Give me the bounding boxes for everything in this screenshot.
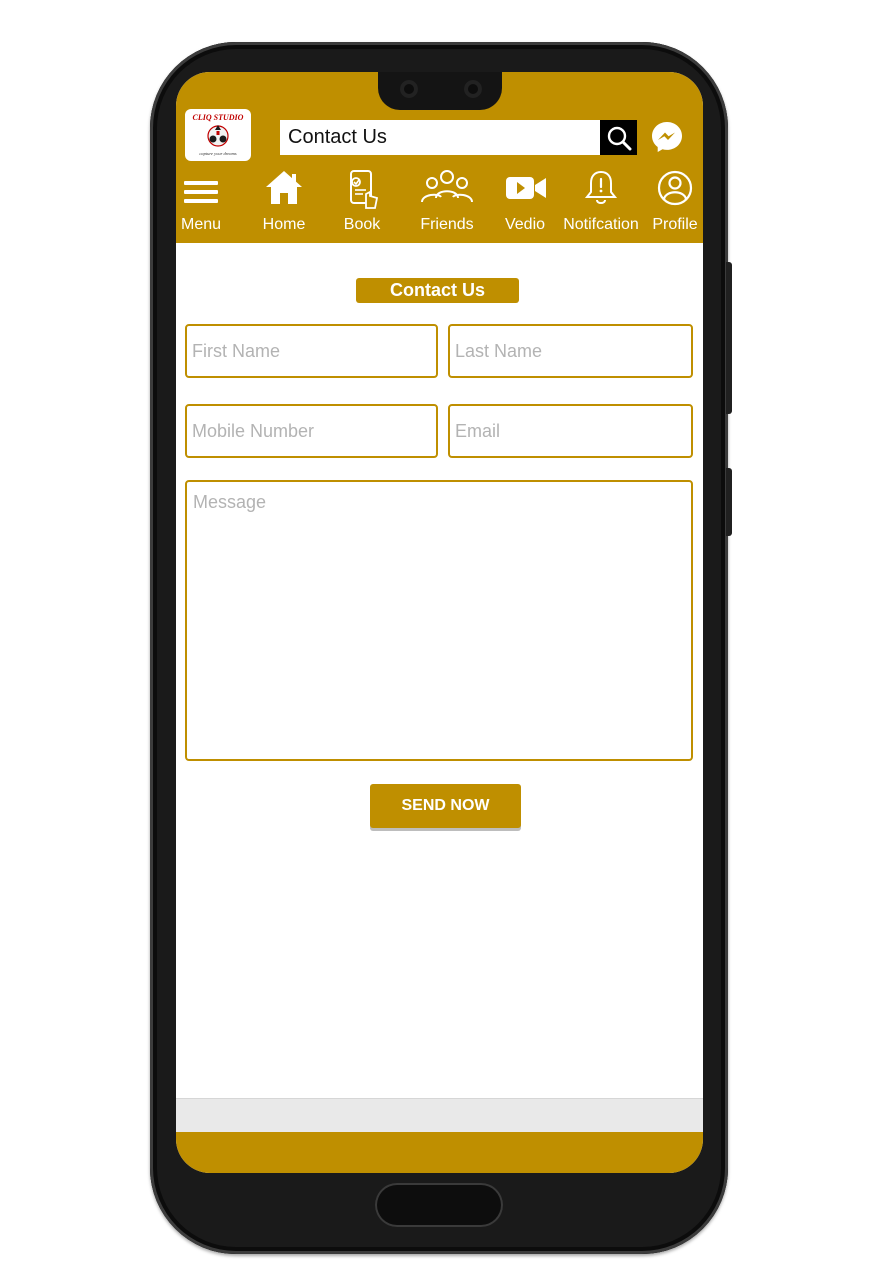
footer-divider xyxy=(176,1098,703,1132)
nav-video-label: Vedio xyxy=(504,216,546,233)
nav-notification[interactable]: Notifcation xyxy=(563,168,639,238)
mobile-number-field[interactable] xyxy=(185,404,438,458)
search-button[interactable] xyxy=(600,120,637,155)
search-icon xyxy=(607,126,631,150)
nav-friends[interactable]: Friends xyxy=(416,168,478,238)
home-icon xyxy=(266,171,302,204)
nav-menu-label: Menu xyxy=(180,216,222,233)
page-title: Contact Us xyxy=(356,278,519,303)
profile-icon xyxy=(657,170,693,206)
nav-friends-label: Friends xyxy=(420,216,474,233)
phone-home-button[interactable] xyxy=(375,1183,503,1227)
nav-book-label: Book xyxy=(343,216,381,233)
nav-video[interactable]: Vedio xyxy=(504,168,546,238)
bottom-bar xyxy=(176,1132,703,1173)
nav-notification-label: Notifcation xyxy=(563,216,639,233)
camera-notch xyxy=(378,72,502,110)
nav-profile[interactable]: Profile xyxy=(652,168,698,238)
first-name-field[interactable] xyxy=(185,324,438,378)
nav-home-label: Home xyxy=(262,216,306,233)
front-camera xyxy=(464,80,482,98)
message-field[interactable] xyxy=(185,480,693,761)
menu-icon xyxy=(184,181,218,203)
brand-logo[interactable]: CLIQ STUDIO capture your dreams xyxy=(185,109,251,161)
send-now-button[interactable]: SEND NOW xyxy=(370,784,521,828)
book-icon xyxy=(350,170,379,209)
search-bar xyxy=(280,120,637,155)
nav-home[interactable]: Home xyxy=(259,168,309,238)
nav-menu[interactable]: Menu xyxy=(180,168,222,238)
main-nav: Menu Home Book Friends Vedio Notifcation… xyxy=(176,168,703,238)
video-icon xyxy=(506,177,546,199)
nav-profile-label: Profile xyxy=(652,216,698,233)
messenger-icon xyxy=(652,122,682,152)
contact-form: Contact Us SEND NOW xyxy=(176,243,703,1098)
front-sensor xyxy=(400,80,418,98)
bell-icon xyxy=(584,170,618,204)
app-screen: CLIQ STUDIO capture your dreams Contact … xyxy=(176,72,703,1173)
search-input[interactable] xyxy=(280,120,598,155)
email-field[interactable] xyxy=(448,404,693,458)
last-name-field[interactable] xyxy=(448,324,693,378)
logo-tagline: capture your dreams xyxy=(199,151,236,156)
friends-icon xyxy=(421,170,473,203)
nav-book[interactable]: Book xyxy=(340,168,384,238)
phone-volume-button xyxy=(726,262,732,414)
logo-graphic: CLIQ STUDIO capture your dreams xyxy=(193,113,244,156)
app-header: CLIQ STUDIO capture your dreams Contact … xyxy=(176,72,703,243)
logo-text: CLIQ STUDIO xyxy=(193,113,244,122)
phone-power-button xyxy=(726,468,732,536)
messenger-button[interactable] xyxy=(650,120,684,154)
